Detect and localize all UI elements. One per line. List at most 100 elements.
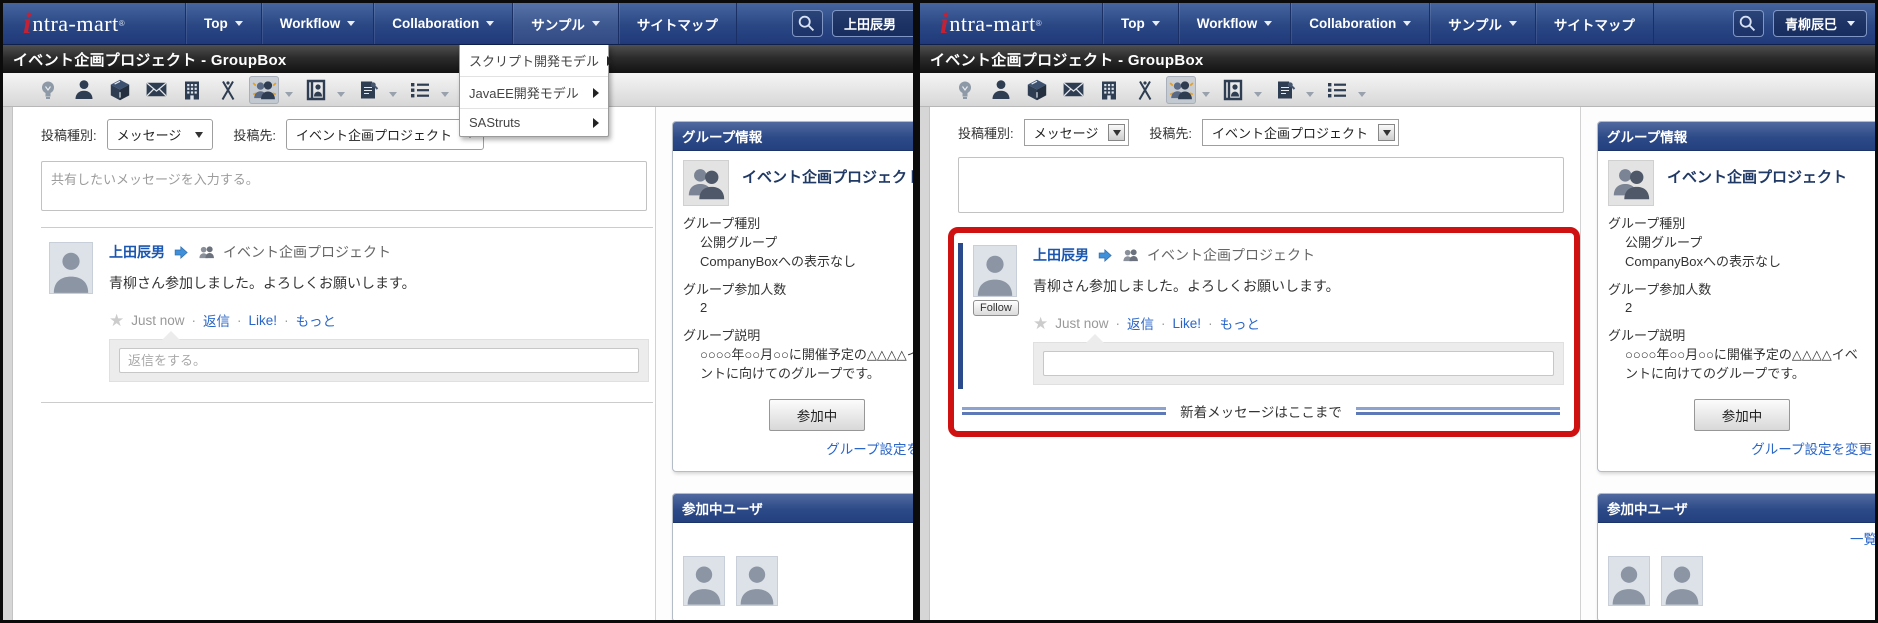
lightbulb-icon[interactable] [950, 76, 980, 104]
nav-item-sitemap[interactable]: サイトマップ [617, 3, 737, 44]
follow-button[interactable]: Follow [973, 300, 1019, 316]
toolbar [3, 73, 913, 107]
nav-item-collaboration[interactable]: Collaboration [1290, 3, 1429, 44]
message-input[interactable] [41, 161, 647, 211]
building-icon[interactable] [177, 76, 207, 104]
post-type-select[interactable]: メッセージ [1023, 119, 1130, 146]
reply-input[interactable] [1043, 351, 1554, 376]
post-timestamp: Just now [1055, 315, 1109, 331]
chevron-down-icon [234, 21, 243, 26]
post-dest-label: 投稿先: [1149, 126, 1192, 141]
nav-item-sample[interactable]: サンプル [1429, 3, 1535, 44]
room-entry-icon[interactable] [1218, 76, 1248, 104]
search-button[interactable] [1732, 10, 1764, 37]
members-box: 参加中ユーザ 一覧 [672, 493, 913, 620]
people-group-icon[interactable] [1166, 75, 1196, 104]
member-avatar[interactable] [683, 556, 725, 607]
joined-button[interactable]: 参加中 [768, 398, 866, 431]
people-group-icon[interactable] [249, 75, 279, 104]
member-avatar[interactable] [1661, 556, 1703, 607]
marker-line [962, 407, 1167, 415]
group-count-value: 2 [700, 300, 708, 316]
post-author-link[interactable]: 上田辰男 [1033, 245, 1089, 265]
user-menu[interactable]: 青柳辰巳 [1772, 10, 1867, 37]
user-menu[interactable]: 上田辰男 [831, 10, 913, 37]
page-title: イベント企画プロジェクト - GroupBox [920, 45, 1875, 73]
room-entry-icon[interactable] [301, 76, 331, 104]
nav-item-sample[interactable]: サンプル [512, 3, 618, 44]
chevron-down-icon[interactable] [337, 92, 345, 97]
chevron-down-icon[interactable] [389, 92, 397, 97]
submenu-arrow-icon [593, 87, 599, 98]
chevron-down-icon[interactable] [1202, 92, 1210, 97]
post-type-select[interactable]: メッセージ [106, 119, 214, 150]
menu-item-script-model[interactable]: スクリプト開発モデル [460, 45, 614, 77]
more-link[interactable]: もっと [1220, 313, 1261, 333]
post-author-link[interactable]: 上田辰男 [109, 242, 165, 262]
search-icon [1740, 15, 1756, 31]
more-link[interactable]: もっと [296, 310, 337, 330]
note-pin-icon[interactable] [1270, 76, 1300, 104]
post-dest-select[interactable]: イベント企画プロジェクト [286, 119, 485, 150]
group-settings-link[interactable]: グループ設定を参照 [826, 442, 913, 457]
nav-item-top[interactable]: Top [185, 3, 261, 44]
chevron-down-icon [1847, 21, 1855, 26]
person-icon[interactable] [986, 76, 1016, 104]
mail-icon[interactable] [1058, 76, 1088, 104]
mail-icon[interactable] [141, 76, 171, 104]
chevron-down-icon[interactable] [441, 92, 449, 97]
note-pin-icon[interactable] [353, 76, 383, 104]
chevron-down-icon[interactable] [285, 92, 293, 97]
cube-icon[interactable] [1022, 76, 1052, 104]
logo-i-glyph: i [23, 6, 32, 40]
like-link[interactable]: Like! [249, 313, 278, 328]
menu-item-sastruts[interactable]: SAStruts [460, 109, 608, 136]
menu-item-javaee-model[interactable]: JavaEE開発モデル [460, 77, 608, 109]
compass-icon[interactable] [1130, 76, 1160, 104]
post-dest-select[interactable]: イベント企画プロジェクト [1202, 119, 1400, 146]
chevron-down-icon[interactable] [1358, 92, 1366, 97]
member-avatar[interactable] [1608, 556, 1650, 607]
chevron-down-icon[interactable] [1306, 92, 1314, 97]
joined-button[interactable]: 参加中 [1693, 398, 1791, 431]
reply-link[interactable]: 返信 [1127, 313, 1154, 333]
chevron-down-icon [1508, 21, 1517, 26]
reply-input[interactable] [119, 348, 639, 373]
intra-mart-logo[interactable]: i ntra-mart ® [920, 3, 1102, 44]
lightbulb-icon[interactable] [33, 76, 63, 104]
search-button[interactable] [791, 10, 823, 37]
group-settings-link[interactable]: グループ設定を変更 [1751, 442, 1872, 457]
cube-icon[interactable] [105, 76, 135, 104]
nav-item-workflow[interactable]: Workflow [1177, 3, 1291, 44]
member-avatar[interactable] [736, 556, 778, 607]
marker-line [1355, 407, 1561, 415]
like-link[interactable]: Like! [1173, 316, 1202, 331]
favorite-star-icon[interactable]: ★ [109, 312, 124, 329]
chevron-down-icon[interactable] [1254, 92, 1262, 97]
nav-item-sitemap[interactable]: サイトマップ [1534, 3, 1654, 44]
compass-icon[interactable] [213, 76, 243, 104]
reply-link[interactable]: 返信 [203, 310, 230, 330]
group-icon [683, 160, 729, 206]
group-info-header: グループ情報 [1598, 122, 1875, 151]
building-icon[interactable] [1094, 76, 1124, 104]
members-list-link[interactable]: 一覧 [1850, 532, 1875, 547]
person-icon[interactable] [69, 76, 99, 104]
content-area: 投稿種別: メッセージ 投稿先: イベント企画プロジェクト Follow 上田辰… [920, 107, 1875, 620]
search-icon [799, 15, 815, 31]
nav-item-top[interactable]: Top [1102, 3, 1178, 44]
list-icon[interactable] [405, 76, 435, 104]
favorite-star-icon[interactable]: ★ [1033, 315, 1048, 332]
nav-item-workflow[interactable]: Workflow [260, 3, 374, 44]
window-edge [920, 107, 930, 620]
nav-item-collaboration[interactable]: Collaboration [373, 3, 512, 44]
intra-mart-logo[interactable]: i ntra-mart ® [3, 3, 185, 44]
group-count-label: グループ参加人数 [1608, 281, 1712, 297]
message-input[interactable] [958, 157, 1564, 213]
list-icon[interactable] [1322, 76, 1352, 104]
reply-area [109, 331, 649, 382]
group-desc-label: グループ説明 [1608, 328, 1686, 344]
post-body-text: 青柳さん参加しました。よろしくお願いします。 [1033, 278, 1340, 294]
new-post-indicator-bar: Follow 上田辰男 イベント企画プロジェクト 青柳さん参加しました。よろしく… [958, 243, 1564, 389]
chevron-down-icon [591, 21, 600, 26]
